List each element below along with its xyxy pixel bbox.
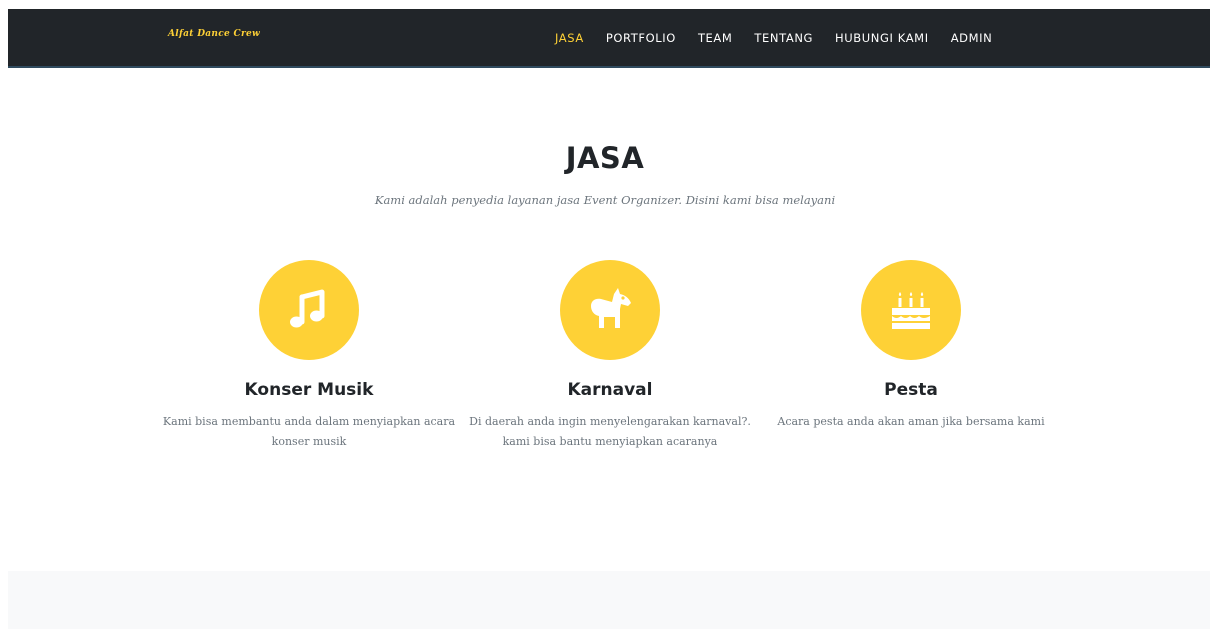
nav-item-admin: ADMIN [940,31,1004,45]
nav-link-portfolio[interactable]: PORTFOLIO [595,31,687,45]
nav-item-team: TEAM [687,31,743,45]
birthday-cake-icon [892,292,930,329]
horse-icon [591,288,631,328]
service-title: Konser Musik [244,380,374,400]
section-subtitle: Kami adalah penyedia layanan jasa Event … [374,193,836,207]
brand-logo[interactable]: Alfat Dance Crew [168,29,260,39]
section-title: JASA [565,141,645,175]
nav-link-hubungi-kami[interactable]: HUBUNGI KAMI [824,31,940,45]
service-title: Karnaval [567,380,653,400]
nav-link-admin[interactable]: ADMIN [940,31,1004,45]
service-pesta: Pesta Acara pesta anda akan aman jika be… [761,260,1061,432]
service-karnaval: Karnaval Di daerah anda ingin menyelenga… [460,260,760,452]
service-icon-circle [861,260,961,360]
service-icon-circle [560,260,660,360]
service-konser-musik: Konser Musik Kami bisa membantu anda dal… [159,260,459,452]
navbar: Alfat Dance Crew JASA PORTFOLIO TEAM TEN… [8,9,1210,68]
nav-item-hubungi-kami: HUBUNGI KAMI [824,31,940,45]
nav-item-portfolio: PORTFOLIO [595,31,687,45]
nav-link-team[interactable]: TEAM [687,31,743,45]
service-description: Acara pesta anda akan aman jika bersama … [777,415,1045,428]
service-icon-circle [259,260,359,360]
service-description: Di daerah anda ingin menyelengarakan kar… [469,415,751,448]
next-section-band [8,571,1210,629]
nav-link-tentang[interactable]: TENTANG [743,31,824,45]
nav-item-jasa: JASA [544,31,595,45]
page: Alfat Dance Crew JASA PORTFOLIO TEAM TEN… [0,0,1210,629]
service-title: Pesta [884,380,938,400]
nav-menu: JASA PORTFOLIO TEAM TENTANG HUBUNGI KAMI… [544,9,1003,66]
nav-item-tentang: TENTANG [743,31,824,45]
service-description: Kami bisa membantu anda dalam menyiapkan… [162,415,456,448]
nav-link-jasa[interactable]: JASA [544,31,595,45]
music-icon [290,289,325,328]
